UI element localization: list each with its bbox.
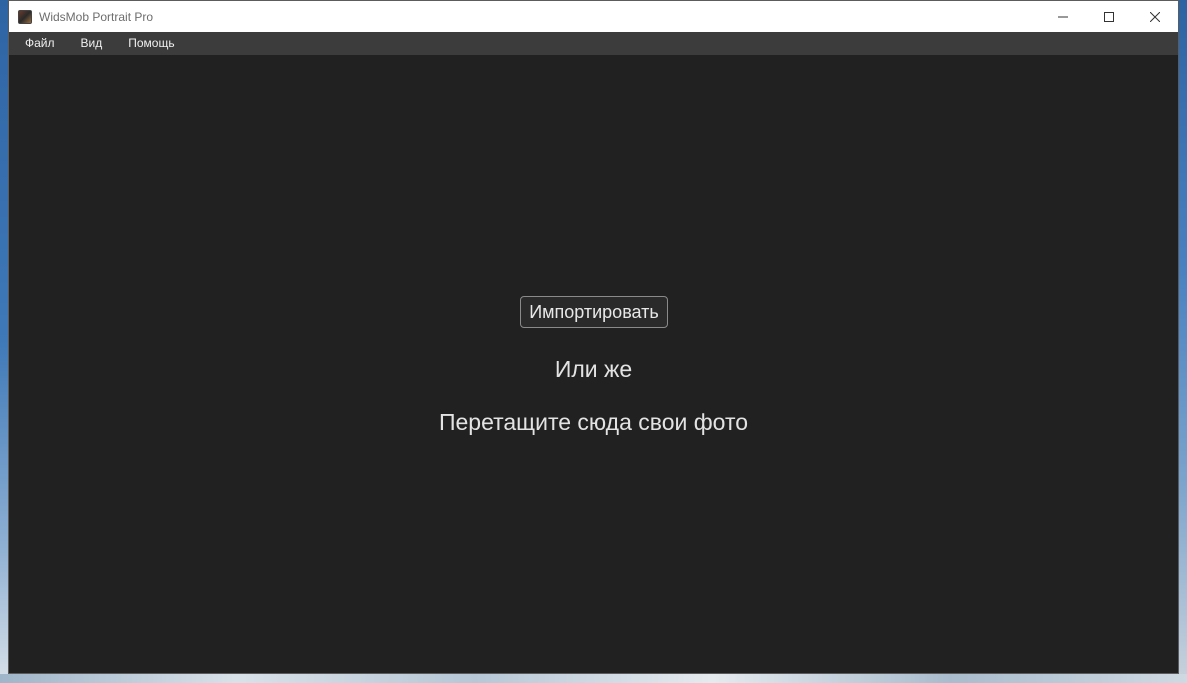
desktop-background-left bbox=[0, 0, 8, 683]
title-bar[interactable]: WidsMob Portrait Pro bbox=[9, 1, 1178, 32]
menu-bar: Файл Вид Помощь bbox=[9, 32, 1178, 55]
menu-file[interactable]: Файл bbox=[15, 32, 65, 55]
maximize-button[interactable] bbox=[1086, 1, 1132, 32]
window-controls bbox=[1040, 1, 1178, 32]
import-button[interactable]: Импортировать bbox=[520, 296, 668, 328]
app-window: WidsMob Portrait Pro Файл Вид Помощь Имп… bbox=[8, 0, 1179, 674]
desktop-background-right bbox=[1178, 0, 1187, 683]
menu-view[interactable]: Вид bbox=[71, 32, 113, 55]
minimize-button[interactable] bbox=[1040, 1, 1086, 32]
drop-instructions: Перетащите сюда свои фото bbox=[438, 409, 749, 435]
desktop-background-bottom bbox=[0, 674, 1187, 683]
close-icon bbox=[1150, 11, 1160, 22]
drop-zone[interactable]: Импортировать Или же Перетащите сюда сво… bbox=[9, 55, 1178, 673]
app-logo-icon bbox=[18, 9, 32, 24]
close-button[interactable] bbox=[1132, 1, 1178, 32]
or-label: Или же bbox=[554, 356, 633, 382]
minimize-icon bbox=[1058, 16, 1068, 17]
menu-help[interactable]: Помощь bbox=[118, 32, 184, 55]
maximize-icon bbox=[1104, 11, 1114, 22]
window-title: WidsMob Portrait Pro bbox=[39, 9, 154, 24]
